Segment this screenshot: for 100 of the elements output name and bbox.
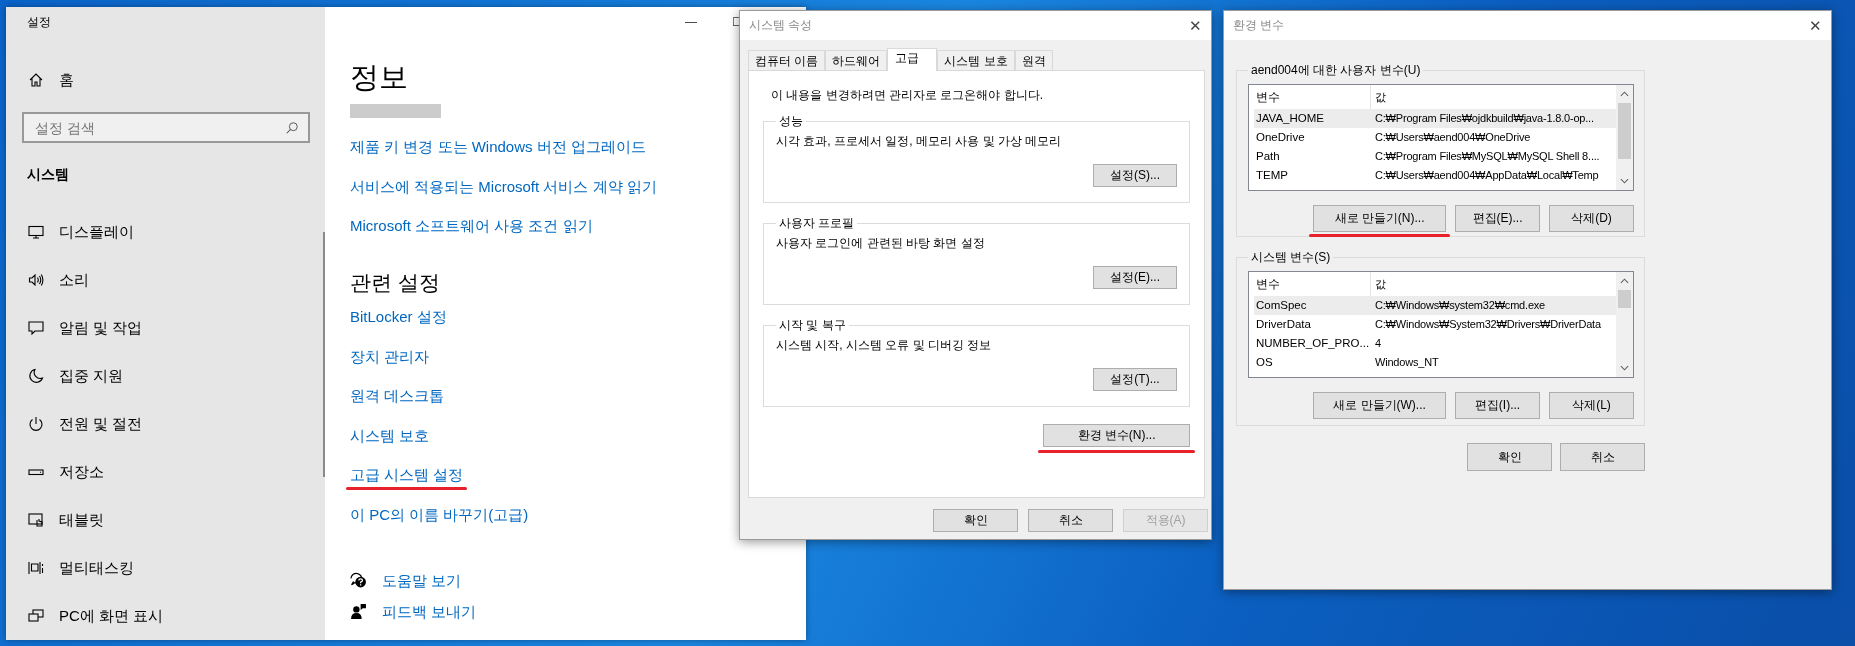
nav-item[interactable]: 집중 지원	[59, 366, 124, 386]
speaker-icon[interactable]	[28, 272, 44, 288]
nav-item[interactable]: 알림 및 작업	[59, 318, 143, 338]
group-description: 사용자 로그인에 관련된 바탕 화면 설정	[776, 235, 986, 251]
link[interactable]: 이 PC의 이름 바꾸기(고급)	[350, 504, 529, 525]
group-title: 시작 및 복구	[778, 317, 847, 334]
notice-text: 이 내용을 변경하려면 관리자로 로그온해야 합니다.	[771, 87, 1044, 103]
nav-item[interactable]: 홈	[59, 70, 74, 90]
list-action-button[interactable]: 편집(E)...	[1455, 205, 1540, 232]
nav-item[interactable]: PC에 화면 표시	[59, 606, 164, 626]
search-icon[interactable]	[285, 121, 299, 135]
variable-name: OS	[1255, 355, 1274, 370]
link[interactable]: 고급 시스템 설정	[350, 465, 464, 485]
list-row[interactable]: JAVA_HOME C:₩Program Files₩ojdkbuild₩java-1.8.0-op...	[1254, 109, 1616, 128]
link[interactable]: 피드백 보내기	[382, 601, 477, 622]
list-row[interactable]: OS Windows_NT	[1254, 353, 1616, 372]
window-title: 환경 변수	[1233, 17, 1285, 34]
environment-variables-button[interactable]: 환경 변수(N)...	[1043, 424, 1190, 447]
list-row[interactable]: TEMP C:₩Users₩aend004₩AppData₩Local₩Temp	[1254, 166, 1616, 185]
list-row[interactable]: ComSpec C:₩Windows₩system32₩cmd.exe	[1254, 296, 1616, 315]
close-button[interactable]: ✕	[1189, 16, 1202, 35]
scrollbar[interactable]	[1616, 85, 1633, 190]
variable-name: Path	[1255, 149, 1281, 164]
power-icon[interactable]	[28, 416, 44, 432]
dialog-button[interactable]: 취소	[1028, 509, 1113, 532]
home-icon[interactable]	[28, 72, 44, 88]
variable-name: NUMBER_OF_PRO...	[1255, 336, 1371, 351]
close-button[interactable]: ✕	[1809, 16, 1822, 35]
scroll-thumb[interactable]	[1618, 103, 1631, 159]
tab[interactable]: 고급	[887, 48, 938, 71]
variable-value: C:₩Users₩aend004₩OneDrive	[1374, 130, 1532, 145]
nav-item[interactable]: 소리	[59, 270, 89, 290]
list-action-button[interactable]: 새로 만들기(W)...	[1313, 392, 1446, 419]
list-row[interactable]: NUMBER_OF_PRO... 4	[1254, 334, 1616, 353]
group-title: aend004에 대한 사용자 변수(U)	[1250, 62, 1422, 79]
tab[interactable]: 하드웨어	[825, 50, 888, 70]
nav-item[interactable]: 멀티태스킹	[59, 558, 134, 578]
help-icon[interactable]	[350, 572, 367, 589]
dialog-button[interactable]: 확인	[933, 509, 1018, 532]
monitor-icon[interactable]	[28, 224, 44, 240]
section-heading: 시스템	[26, 165, 70, 184]
settings-button[interactable]: 설정(T)...	[1093, 368, 1177, 391]
window-title: 시스템 속성	[749, 17, 813, 34]
nav-item[interactable]: 디스플레이	[59, 222, 134, 242]
link[interactable]: 제품 키 변경 또는 Windows 버전 업그레이드	[350, 137, 646, 157]
column-header[interactable]: 값	[1371, 85, 1616, 109]
variable-value: 4	[1374, 336, 1382, 351]
moon-icon[interactable]	[28, 368, 44, 384]
list-action-button[interactable]: 삭제(D)	[1549, 205, 1634, 232]
variable-value: C:₩Program Files₩ojdkbuild₩java-1.8.0-op...	[1374, 111, 1595, 126]
link[interactable]: 서비스에 적용되는 Microsoft 서비스 계약 읽기	[350, 176, 657, 197]
person-icon[interactable]	[350, 603, 367, 620]
screens-icon[interactable]	[28, 608, 44, 624]
nav-item[interactable]: 저장소	[59, 462, 104, 482]
scrollbar[interactable]	[323, 232, 325, 477]
minimize-button[interactable]: —	[668, 7, 714, 37]
group-description: 시각 효과, 프로세서 일정, 메모리 사용 및 가상 메모리	[776, 133, 1063, 149]
speech-bubble-icon[interactable]	[28, 320, 44, 336]
link[interactable]: 시스템 보호	[350, 425, 430, 446]
variable-value: Windows_NT	[1374, 355, 1440, 370]
variable-name: OneDrive	[1255, 130, 1306, 145]
list-row[interactable]: OneDrive C:₩Users₩aend004₩OneDrive	[1254, 128, 1616, 147]
tab[interactable]: 원격	[1014, 50, 1053, 70]
group-title: 성능	[778, 113, 804, 130]
dialog-button[interactable]: 확인	[1467, 443, 1552, 471]
scroll-thumb[interactable]	[1618, 290, 1631, 308]
column-header[interactable]: 값	[1371, 272, 1616, 296]
list-row[interactable]: DriverData C:₩Windows₩System32₩Drivers₩DriverData	[1254, 315, 1616, 334]
link[interactable]: 장치 관리자	[350, 346, 430, 367]
group-description: 시스템 시작, 시스템 오류 및 디버깅 정보	[776, 337, 993, 353]
dialog-button[interactable]: 취소	[1560, 443, 1645, 471]
settings-button[interactable]: 설정(S)...	[1093, 164, 1177, 187]
list-action-button[interactable]: 삭제(L)	[1549, 392, 1634, 419]
nav-item[interactable]: 태블릿	[59, 510, 104, 530]
variable-name: JAVA_HOME	[1255, 111, 1325, 126]
nav-item[interactable]: 전원 및 절전	[59, 414, 143, 434]
variable-value: C:₩Program Files₩MySQL₩MySQL Shell 8....	[1374, 149, 1601, 164]
scrollbar[interactable]	[1616, 272, 1633, 377]
page-heading: 정보	[350, 60, 408, 95]
list-action-button[interactable]: 새로 만들기(N)...	[1313, 205, 1446, 232]
variable-value: C:₩Windows₩system32₩cmd.exe	[1374, 298, 1546, 313]
link[interactable]: BitLocker 설정	[350, 307, 447, 327]
settings-button[interactable]: 설정(E)...	[1093, 266, 1177, 289]
tablet-icon[interactable]	[28, 512, 44, 528]
window-title: 설정	[26, 14, 52, 31]
tab[interactable]: 시스템 보호	[937, 50, 1015, 70]
multitasking-icon[interactable]	[28, 560, 44, 576]
variable-name: DriverData	[1255, 317, 1312, 332]
variable-name: TEMP	[1255, 168, 1289, 183]
search-field[interactable]: 설정 검색	[22, 112, 310, 143]
section-heading: 관련 설정	[350, 270, 441, 296]
tab[interactable]: 컴퓨터 이름	[748, 50, 826, 70]
link[interactable]: 원격 데스크톱	[350, 386, 445, 406]
link[interactable]: Microsoft 소프트웨어 사용 조건 읽기	[350, 216, 593, 236]
variable-value: C:₩Users₩aend004₩AppData₩Local₩Temp	[1374, 168, 1600, 183]
link[interactable]: 도움말 보기	[382, 570, 462, 591]
list-row[interactable]: Path C:₩Program Files₩MySQL₩MySQL Shell 8....	[1254, 147, 1616, 166]
list-action-button[interactable]: 편집(I)...	[1455, 392, 1540, 419]
variable-value: C:₩Windows₩System32₩Drivers₩DriverData	[1374, 317, 1602, 332]
group-title: 사용자 프로필	[778, 215, 856, 232]
